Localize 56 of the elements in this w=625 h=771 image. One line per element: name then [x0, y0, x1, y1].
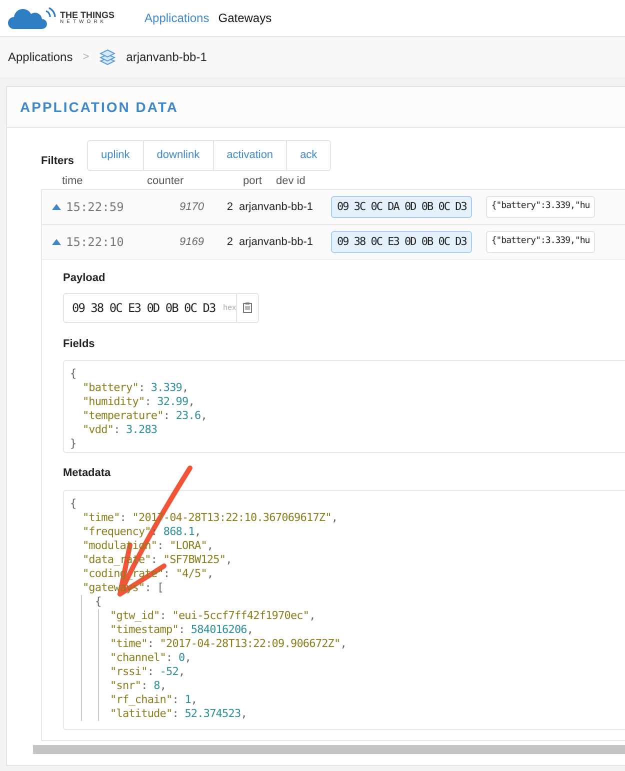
code-line: "time": "2017-04-28T13:22:09.906672Z",	[110, 636, 346, 650]
triangle-up-icon	[52, 239, 61, 245]
fields-preview: {"battery":3.339,"hu	[486, 196, 595, 218]
code-line: {	[70, 367, 76, 381]
code-line: "channel": 0,	[110, 650, 191, 664]
column-header: counter	[147, 174, 185, 188]
code-line: "humidity": 32.99,	[81, 395, 194, 409]
breadcrumb-link[interactable]: Applications	[8, 48, 73, 66]
layers-icon	[99, 49, 116, 65]
fields-preview: {"battery":3.339,"hu	[486, 231, 595, 253]
payload-hex: 09 38 0C E3 0D 0B 0C D3	[331, 231, 472, 253]
code-line: "gtw_id": "eui-5ccf7ff42f1970ec",	[110, 608, 316, 622]
nav-link[interactable]: Applications	[144, 9, 210, 27]
code-line: "rssi": -52,	[110, 664, 185, 678]
column-header: dev id	[276, 174, 306, 188]
code-line: "latitude": 52.374523,	[110, 706, 247, 720]
code-line: "rf_chain": 1,	[110, 692, 198, 706]
filters-label: Filters	[41, 154, 74, 168]
counter-cell-text: 9169	[178, 234, 204, 250]
payload-hex: 09 3C 0C DA 0D 0B 0C D3	[331, 196, 472, 218]
code-line: {	[70, 496, 76, 510]
filter-button[interactable]: ack	[286, 141, 330, 170]
counter-cell-text: 9170	[178, 200, 204, 215]
time-cell-text: 15:22:59	[66, 199, 125, 216]
code-line: "frequency": 868.1,	[81, 524, 201, 538]
logo-text: THE THINGS	[60, 11, 115, 20]
code-line: "timestamp": 584016206,	[110, 622, 254, 636]
breadcrumb-current: arjanvanb-bb-1	[126, 49, 207, 66]
code-line: "vdd": 3.283	[81, 423, 158, 437]
code-line: "snr": 8,	[110, 678, 166, 692]
cloud-logo-icon	[8, 7, 56, 29]
port-cell-text: 2	[226, 200, 234, 215]
format-label: hex	[223, 302, 236, 314]
filter-button[interactable]: uplink	[88, 141, 143, 170]
code-line: "battery": 3.339,	[81, 381, 188, 395]
filter-button[interactable]: downlink	[142, 141, 213, 170]
section-label: Metadata	[63, 466, 112, 481]
code-line: {	[95, 594, 102, 608]
triangle-up-icon	[52, 204, 61, 210]
code-line: }	[70, 437, 76, 451]
dev-id-cell-text: arjanvanb-bb-1	[239, 200, 314, 215]
code-line: "temperature": 23.6,	[81, 409, 207, 423]
horizontal-scrollbar[interactable]	[33, 745, 625, 754]
time-cell-text: 15:22:10	[66, 234, 125, 251]
clipboard-icon	[243, 302, 252, 313]
column-header: port	[243, 174, 263, 188]
section-label: Fields	[63, 336, 96, 352]
nav-link[interactable]: Gateways	[218, 9, 272, 27]
dev-id-cell-text: arjanvanb-bb-1	[239, 234, 314, 250]
column-header: time	[62, 174, 84, 188]
breadcrumb-separator: >	[82, 50, 90, 65]
section-label: Payload	[63, 271, 106, 286]
page-title: APPLICATION DATA	[20, 98, 179, 116]
payload-hex-value: 09 38 0C E3 0D 0B 0C D3	[71, 300, 216, 316]
port-cell-text: 2	[226, 234, 234, 250]
filter-button[interactable]: activation	[212, 141, 286, 170]
